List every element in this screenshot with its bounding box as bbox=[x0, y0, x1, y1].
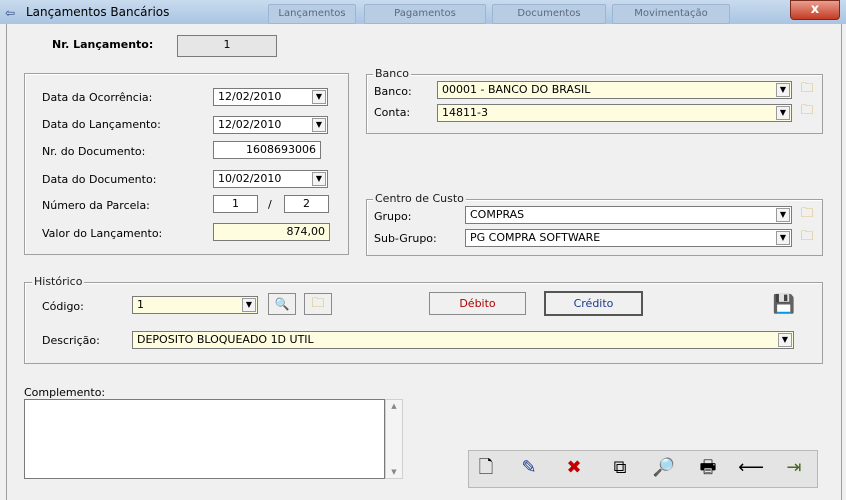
banco-select[interactable]: 00001 - BANCO DO BRASIL ▼ bbox=[437, 81, 792, 99]
nr-documento-field[interactable]: 1608693006 bbox=[213, 141, 321, 159]
numero-parcela-label: Número da Parcela: bbox=[42, 199, 150, 212]
folder-icon: 🗀 bbox=[311, 296, 325, 311]
find-icon[interactable]: 🔎 bbox=[649, 453, 679, 483]
complemento-scrollbar[interactable]: ▲ ▼ bbox=[385, 399, 403, 479]
descricao-label: Descrição: bbox=[42, 334, 100, 347]
title-bar: ⇦ Lançamentos Bancários Lançamentos Paga… bbox=[0, 0, 846, 24]
data-lancamento-value: 12/02/2010 bbox=[218, 118, 282, 131]
data-ocorrencia-value: 12/02/2010 bbox=[218, 90, 282, 103]
copy-icon[interactable]: ⧉ bbox=[605, 453, 635, 483]
codigo-value: 1 bbox=[137, 298, 144, 311]
subgrupo-label: Sub-Grupo: bbox=[374, 232, 437, 245]
folder-icon[interactable]: 🗀 bbox=[796, 205, 818, 223]
chevron-down-icon[interactable]: ▼ bbox=[776, 231, 790, 245]
search-button[interactable]: 🔍 bbox=[268, 293, 296, 315]
banco-group-legend: Banco bbox=[373, 67, 412, 80]
data-lancamento-picker[interactable]: 12/02/2010 ▼ bbox=[213, 116, 328, 134]
exit-icon[interactable]: ⇥ bbox=[779, 453, 809, 483]
valor-lancamento-field[interactable]: 874,00 bbox=[213, 223, 330, 241]
conta-label: Conta: bbox=[374, 106, 411, 119]
debito-button[interactable]: Débito bbox=[429, 292, 526, 315]
data-documento-picker[interactable]: 10/02/2010 ▼ bbox=[213, 170, 328, 188]
search-icon: 🔍 bbox=[274, 297, 290, 311]
codigo-label: Código: bbox=[42, 300, 84, 313]
parcela-number-field[interactable]: 1 bbox=[213, 195, 258, 213]
descricao-select[interactable]: DEPOSITO BLOQUEADO 1D UTIL ▼ bbox=[132, 331, 794, 349]
descricao-value: DEPOSITO BLOQUEADO 1D UTIL bbox=[137, 333, 314, 346]
conta-value: 14811-3 bbox=[442, 106, 488, 119]
nr-documento-label: Nr. do Documento: bbox=[42, 145, 146, 158]
background-tab-lancamentos[interactable]: Lançamentos bbox=[268, 4, 356, 24]
folder-icon[interactable]: 🗀 bbox=[796, 80, 818, 98]
parcela-total-field[interactable]: 2 bbox=[284, 195, 329, 213]
chevron-down-icon[interactable]: ▼ bbox=[312, 118, 326, 132]
complemento-label: Complemento: bbox=[24, 386, 106, 399]
app-icon: ⇦ bbox=[5, 6, 16, 20]
new-document-icon[interactable]: 🗋 bbox=[471, 453, 501, 483]
chevron-down-icon[interactable]: ▼ bbox=[778, 333, 792, 347]
data-documento-label: Data do Documento: bbox=[42, 173, 157, 186]
window-title: Lançamentos Bancários bbox=[26, 5, 170, 19]
data-ocorrencia-picker[interactable]: 12/02/2010 ▼ bbox=[213, 88, 328, 106]
data-documento-value: 10/02/2010 bbox=[218, 172, 282, 185]
chevron-down-icon[interactable]: ▼ bbox=[312, 90, 326, 104]
chevron-down-icon[interactable]: ▼ bbox=[776, 83, 790, 97]
subgrupo-select[interactable]: PG COMPRA SOFTWARE ▼ bbox=[465, 229, 792, 247]
background-tab-pagamentos[interactable]: Pagamentos bbox=[364, 4, 486, 24]
grupo-select[interactable]: COMPRAS ▼ bbox=[465, 206, 792, 224]
chevron-down-icon[interactable]: ▼ bbox=[242, 298, 256, 312]
grupo-value: COMPRAS bbox=[470, 208, 525, 221]
grupo-label: Grupo: bbox=[374, 210, 412, 223]
subgrupo-value: PG COMPRA SOFTWARE bbox=[470, 231, 601, 244]
nr-lancamento-field: 1 bbox=[177, 35, 277, 57]
back-arrow-icon[interactable]: ⟵ bbox=[736, 453, 766, 483]
window: ⇦ Lançamentos Bancários Lançamentos Paga… bbox=[0, 0, 846, 500]
centro-custo-legend: Centro de Custo bbox=[373, 192, 466, 205]
save-icon[interactable]: 💾 bbox=[768, 292, 800, 318]
historico-group bbox=[24, 282, 823, 364]
chevron-down-icon[interactable]: ▼ bbox=[776, 106, 790, 120]
credito-button[interactable]: Crédito bbox=[544, 291, 643, 316]
banco-value: 00001 - BANCO DO BRASIL bbox=[442, 83, 591, 96]
background-tab-movimentacao[interactable]: Movimentação bbox=[612, 4, 730, 24]
banco-label: Banco: bbox=[374, 85, 412, 98]
edit-icon[interactable]: ✎ bbox=[514, 453, 544, 483]
folder-icon[interactable]: 🗀 bbox=[796, 102, 818, 120]
chevron-down-icon[interactable]: ▼ bbox=[312, 172, 326, 186]
codigo-select[interactable]: 1 ▼ bbox=[132, 296, 258, 314]
print-icon[interactable]: 🖶 bbox=[693, 453, 723, 483]
delete-icon[interactable]: ✖ bbox=[559, 453, 589, 483]
folder-icon[interactable]: 🗀 bbox=[796, 228, 818, 246]
valor-lancamento-label: Valor do Lançamento: bbox=[42, 227, 163, 240]
historico-legend: Histórico bbox=[32, 275, 85, 288]
nr-lancamento-label: Nr. Lançamento: bbox=[52, 38, 154, 51]
folder-button[interactable]: 🗀 bbox=[304, 293, 332, 315]
chevron-down-icon[interactable]: ▼ bbox=[776, 208, 790, 222]
data-ocorrencia-label: Data da Ocorrência: bbox=[42, 91, 153, 104]
data-lancamento-label: Data do Lançamento: bbox=[42, 118, 161, 131]
close-button[interactable]: x bbox=[790, 0, 840, 20]
complemento-textarea[interactable] bbox=[24, 399, 385, 479]
action-toolbar: 🗋 ✎ ✖ ⧉ 🔎 🖶 ⟵ ⇥ bbox=[468, 450, 818, 488]
background-tab-documentos[interactable]: Documentos bbox=[492, 4, 606, 24]
conta-select[interactable]: 14811-3 ▼ bbox=[437, 104, 792, 122]
parcela-separator: / bbox=[268, 198, 272, 211]
